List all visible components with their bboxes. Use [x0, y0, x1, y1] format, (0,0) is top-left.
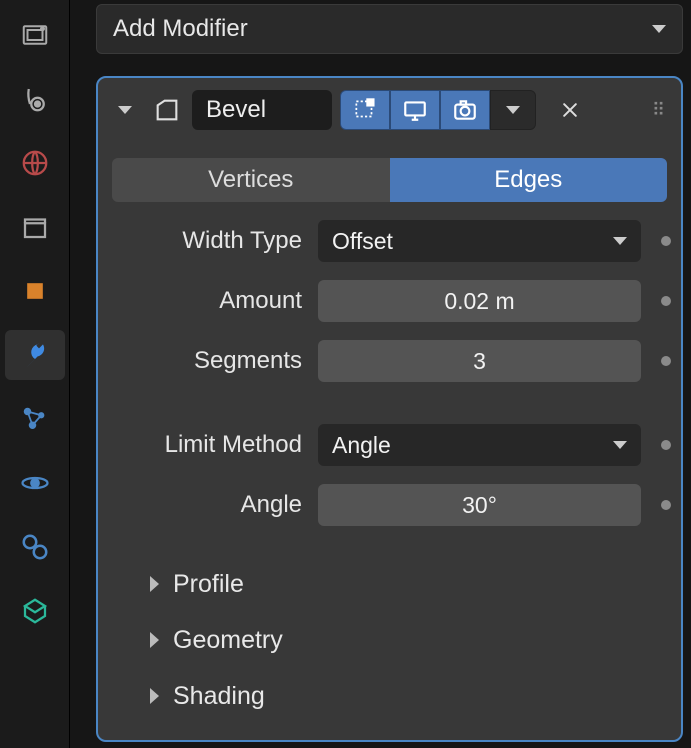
row-width-type: Width Type Offset [108, 220, 671, 262]
anim-dot-segments[interactable] [661, 356, 671, 366]
anim-dot-width-type[interactable] [661, 236, 671, 246]
modifier-tab[interactable] [5, 330, 65, 380]
bevel-affect-tabs: Vertices Edges [112, 158, 667, 202]
camera-icon [452, 97, 478, 123]
particles-tab[interactable] [5, 394, 65, 444]
subsection-profile-label: Profile [173, 570, 244, 599]
anim-dot-limit-method[interactable] [661, 440, 671, 450]
chevron-down-icon [613, 237, 627, 245]
label-width-type: Width Type [108, 227, 318, 255]
tab-vertices-label: Vertices [208, 166, 293, 194]
value-limit-method: Angle [332, 432, 391, 459]
show-in-render-toggle[interactable] [440, 90, 490, 130]
add-modifier-dropdown[interactable]: Add Modifier [96, 4, 683, 54]
data-icon [20, 596, 50, 626]
delete-modifier-button[interactable] [550, 90, 590, 130]
close-icon [560, 100, 580, 120]
row-segments: Segments 3 [108, 340, 671, 382]
value-angle: 30° [462, 492, 497, 519]
tab-edges-label: Edges [494, 166, 562, 194]
render-icon [20, 20, 50, 50]
bevel-modifier-panel: Bevel [96, 76, 683, 742]
data-tab[interactable] [5, 586, 65, 636]
render-tab[interactable] [5, 10, 65, 60]
object-icon [21, 277, 49, 305]
chevron-right-icon [150, 576, 159, 592]
display-toggle-group [340, 90, 536, 130]
chevron-down-icon [118, 106, 132, 114]
editmode-icon [352, 97, 378, 123]
row-angle: Angle 30° [108, 484, 671, 526]
row-amount: Amount 0.02 m [108, 280, 671, 322]
subsection-profile[interactable]: Profile [150, 556, 671, 612]
monitor-icon [402, 97, 428, 123]
field-amount[interactable]: 0.02 m [318, 280, 641, 322]
show-in-editmode-toggle[interactable] [340, 90, 390, 130]
field-limit-method[interactable]: Angle [318, 424, 641, 466]
panel-collapse-toggle[interactable] [108, 90, 142, 130]
add-modifier-label: Add Modifier [113, 15, 248, 43]
particles-icon [20, 404, 50, 434]
modifier-panel-header: Bevel [108, 86, 671, 134]
collection-tab[interactable] [5, 202, 65, 252]
world-icon [20, 148, 50, 178]
physics-tab[interactable] [5, 458, 65, 508]
show-in-viewport-toggle[interactable] [390, 90, 440, 130]
properties-content: Add Modifier Bevel [70, 0, 691, 748]
field-angle[interactable]: 30° [318, 484, 641, 526]
modifier-extras-dropdown[interactable] [490, 90, 536, 130]
modifier-name-text: Bevel [206, 96, 266, 124]
field-width-type[interactable]: Offset [318, 220, 641, 262]
bevel-icon [150, 90, 184, 130]
anim-dot-angle[interactable] [661, 500, 671, 510]
output-icon [20, 84, 50, 114]
tab-edges[interactable]: Edges [390, 158, 668, 202]
subsection-shading-label: Shading [173, 682, 265, 711]
object-tab[interactable] [5, 266, 65, 316]
drag-handle[interactable]: ⠿ [652, 100, 671, 121]
chevron-down-icon [613, 441, 627, 449]
chevron-right-icon [150, 688, 159, 704]
row-limit-method: Limit Method Angle [108, 424, 671, 466]
subsection-geometry-label: Geometry [173, 626, 283, 655]
chevron-down-icon [652, 25, 666, 33]
subsection-shading[interactable]: Shading [150, 668, 671, 724]
output-tab[interactable] [5, 74, 65, 124]
field-segments[interactable]: 3 [318, 340, 641, 382]
label-segments: Segments [108, 347, 318, 375]
constraints-icon [20, 532, 50, 562]
collection-icon [20, 212, 50, 242]
world-tab[interactable] [5, 138, 65, 188]
value-amount: 0.02 m [444, 288, 514, 315]
tab-vertices[interactable]: Vertices [112, 158, 390, 202]
label-amount: Amount [108, 287, 318, 315]
subsection-geometry[interactable]: Geometry [150, 612, 671, 668]
chevron-right-icon [150, 632, 159, 648]
subsection-list: Profile Geometry Shading [108, 556, 671, 724]
label-limit-method: Limit Method [108, 431, 318, 459]
properties-tab-rail [0, 0, 70, 748]
physics-icon [20, 468, 50, 498]
chevron-down-icon [506, 106, 520, 114]
anim-dot-amount[interactable] [661, 296, 671, 306]
modifier-icon [19, 339, 51, 371]
label-angle: Angle [108, 491, 318, 519]
value-segments: 3 [473, 348, 486, 375]
constraints-tab[interactable] [5, 522, 65, 572]
modifier-name-field[interactable]: Bevel [192, 90, 332, 130]
value-width-type: Offset [332, 228, 393, 255]
